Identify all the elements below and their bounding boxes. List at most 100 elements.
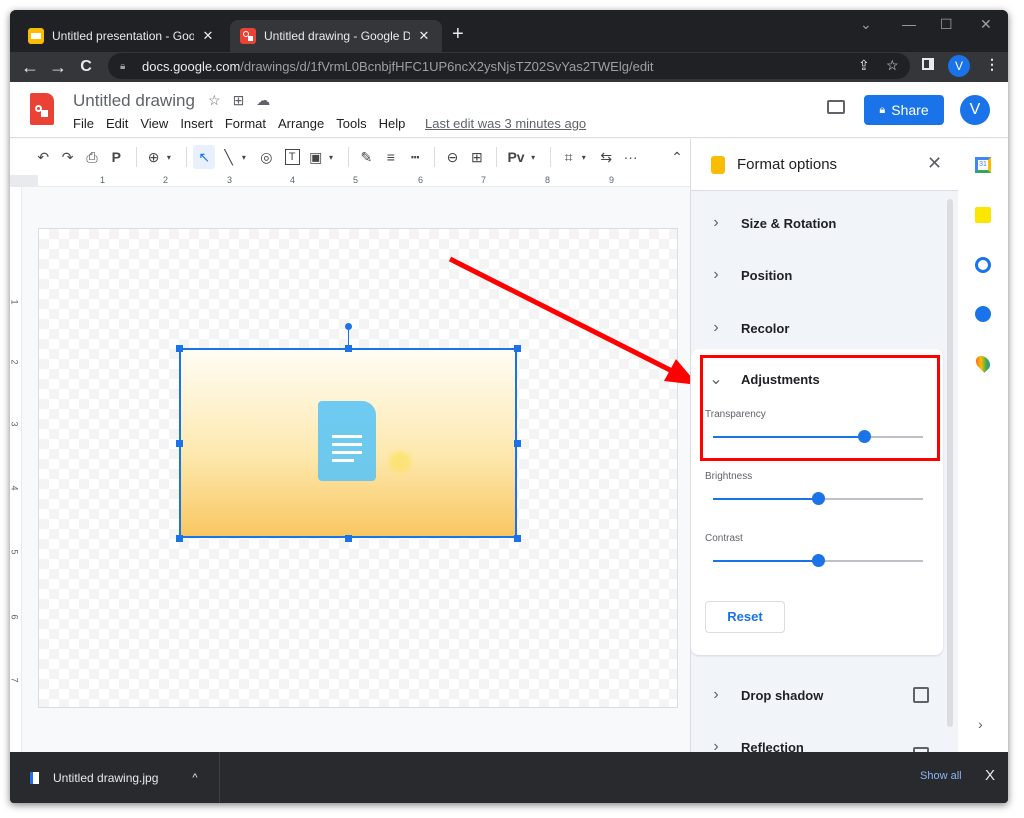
border-dash-button[interactable]: ┅	[404, 145, 426, 169]
close-tab-icon[interactable]: ✕	[200, 28, 216, 44]
section-reflection[interactable]: › Reflection	[691, 721, 941, 752]
tab-drawings[interactable]: Untitled drawing - Google Drawi ✕	[230, 20, 442, 52]
menu-format[interactable]: Format	[225, 116, 266, 131]
share-page-icon[interactable]: ⇪	[858, 57, 870, 74]
side-panel-icon[interactable]	[922, 58, 934, 70]
google-maps-icon[interactable]	[973, 353, 993, 373]
menu-help[interactable]: Help	[379, 116, 406, 131]
contrast-slider[interactable]	[713, 554, 923, 567]
resize-handle-n[interactable]	[345, 345, 352, 352]
section-label: Drop shadow	[741, 687, 824, 703]
section-position[interactable]: › Position	[691, 249, 941, 301]
crop-image-button[interactable]: ⌗	[557, 145, 579, 169]
text-box-button[interactable]: T	[284, 149, 300, 165]
resize-handle-w[interactable]	[176, 440, 183, 447]
zoom-button[interactable]: ⊕	[142, 145, 164, 169]
border-weight-button[interactable]: ≡	[380, 145, 402, 169]
section-recolor[interactable]: › Recolor	[691, 302, 941, 354]
more-button[interactable]: ···	[619, 145, 641, 169]
rotate-handle[interactable]	[345, 323, 352, 330]
ruler-tick: 2	[163, 175, 169, 185]
paint-format-button[interactable]: P	[105, 145, 127, 169]
add-comment-button[interactable]: ⊞	[466, 145, 488, 169]
google-tasks-icon[interactable]	[975, 257, 991, 273]
chevron-right-icon: ›	[713, 214, 719, 231]
menu-insert[interactable]: Insert	[180, 116, 213, 131]
tab-slides[interactable]: Untitled presentation - Google Sl ✕	[18, 20, 226, 52]
menu-arrange[interactable]: Arrange	[278, 116, 324, 131]
google-calendar-icon[interactable]: 31	[975, 157, 991, 173]
resize-handle-sw[interactable]	[176, 535, 183, 542]
annotation-highlight-box	[700, 355, 940, 461]
download-options-caret[interactable]: ^	[192, 772, 197, 784]
star-icon[interactable]: ☆	[208, 92, 221, 109]
insert-link-button[interactable]: ⊖	[441, 145, 463, 169]
insert-image-button[interactable]: ▣	[305, 145, 327, 169]
dropdown-icon[interactable]: ▾	[242, 153, 251, 162]
expand-rail-icon[interactable]: ›	[978, 716, 983, 732]
account-avatar[interactable]: V	[960, 95, 990, 125]
document-title[interactable]: Untitled drawing	[73, 91, 195, 111]
google-keep-icon[interactable]	[975, 207, 991, 223]
border-color-button[interactable]: ✎	[355, 145, 377, 169]
menu-edit[interactable]: Edit	[106, 116, 128, 131]
comments-icon[interactable]	[827, 100, 845, 114]
menu-tools[interactable]: Tools	[336, 116, 366, 131]
slider-knob[interactable]	[812, 492, 825, 505]
browser-menu-icon[interactable]: ⋮	[985, 56, 999, 73]
maximize-button[interactable]: ☐	[940, 16, 953, 33]
reload-button[interactable]: C	[74, 55, 98, 79]
new-tab-button[interactable]: +	[452, 24, 464, 44]
download-item[interactable]: Untitled drawing.jpg ^	[10, 752, 220, 803]
menu-file[interactable]: File	[73, 116, 94, 131]
minimize-button[interactable]: —	[902, 16, 916, 32]
close-tab-icon[interactable]: ✕	[416, 28, 432, 44]
print-button[interactable]: ⎙	[81, 145, 103, 169]
dropdown-icon[interactable]: ▾	[531, 153, 540, 162]
forward-button[interactable]: →	[46, 55, 70, 79]
slider-knob[interactable]	[812, 554, 825, 567]
resize-handle-e[interactable]	[514, 440, 521, 447]
address-bar[interactable]: 🔒︎ docs.google.com/drawings/d/1fVrmL0Bcn…	[108, 53, 910, 79]
close-downloads-bar-button[interactable]: X	[985, 767, 995, 784]
profile-avatar[interactable]: V	[948, 55, 970, 77]
annotation-arrow	[448, 256, 698, 385]
reset-button[interactable]: Reset	[705, 601, 785, 633]
dropdown-icon[interactable]: ▾	[167, 153, 176, 162]
resize-handle-nw[interactable]	[176, 345, 183, 352]
close-window-button[interactable]: ✕	[980, 16, 992, 33]
brightness-slider[interactable]	[713, 492, 923, 505]
google-drawings-logo[interactable]	[30, 93, 54, 125]
drop-shadow-checkbox[interactable]	[913, 687, 929, 703]
dropdown-icon[interactable]: ▾	[329, 153, 338, 162]
ruler-tick: 1	[10, 299, 20, 305]
share-button[interactable]: 🔒︎ Share	[864, 95, 944, 125]
shape-tool-button[interactable]: ◎	[255, 145, 277, 169]
google-drawings-page: Untitled drawing ☆ ⊞ ☁︎ File Edit View I…	[10, 82, 1008, 752]
google-contacts-icon[interactable]	[975, 306, 991, 322]
close-panel-button[interactable]: ✕	[927, 153, 942, 174]
alt-text-button[interactable]: Pv	[503, 145, 529, 169]
back-button[interactable]: ←	[18, 55, 42, 79]
tab-search-icon[interactable]: ⌄	[860, 16, 872, 33]
line-tool-button[interactable]: ╲	[217, 145, 239, 169]
select-tool-button[interactable]: ↖	[193, 145, 216, 169]
section-drop-shadow[interactable]: › Drop shadow	[691, 669, 941, 721]
replace-image-button[interactable]: ⇆	[595, 145, 617, 169]
undo-button[interactable]: ↶	[32, 145, 54, 169]
show-all-downloads-link[interactable]: Show all	[920, 770, 962, 782]
resize-handle-s[interactable]	[345, 535, 352, 542]
menu-view[interactable]: View	[140, 116, 168, 131]
cloud-saved-icon[interactable]: ☁︎	[256, 92, 270, 109]
redo-button[interactable]: ↷	[56, 145, 78, 169]
move-folder-icon[interactable]: ⊞	[233, 92, 245, 109]
bookmark-star-icon[interactable]: ☆	[886, 57, 899, 74]
collapse-toolbar-button[interactable]: ⌃	[666, 145, 688, 169]
resize-handle-se[interactable]	[514, 535, 521, 542]
section-size-rotation[interactable]: › Size & Rotation	[691, 197, 941, 249]
dropdown-icon[interactable]: ▾	[582, 153, 591, 162]
section-label: Reflection	[741, 739, 804, 753]
panel-scrollbar[interactable]	[947, 199, 953, 727]
ruler-tick: 4	[290, 175, 296, 185]
last-edit-link[interactable]: Last edit was 3 minutes ago	[425, 116, 586, 131]
